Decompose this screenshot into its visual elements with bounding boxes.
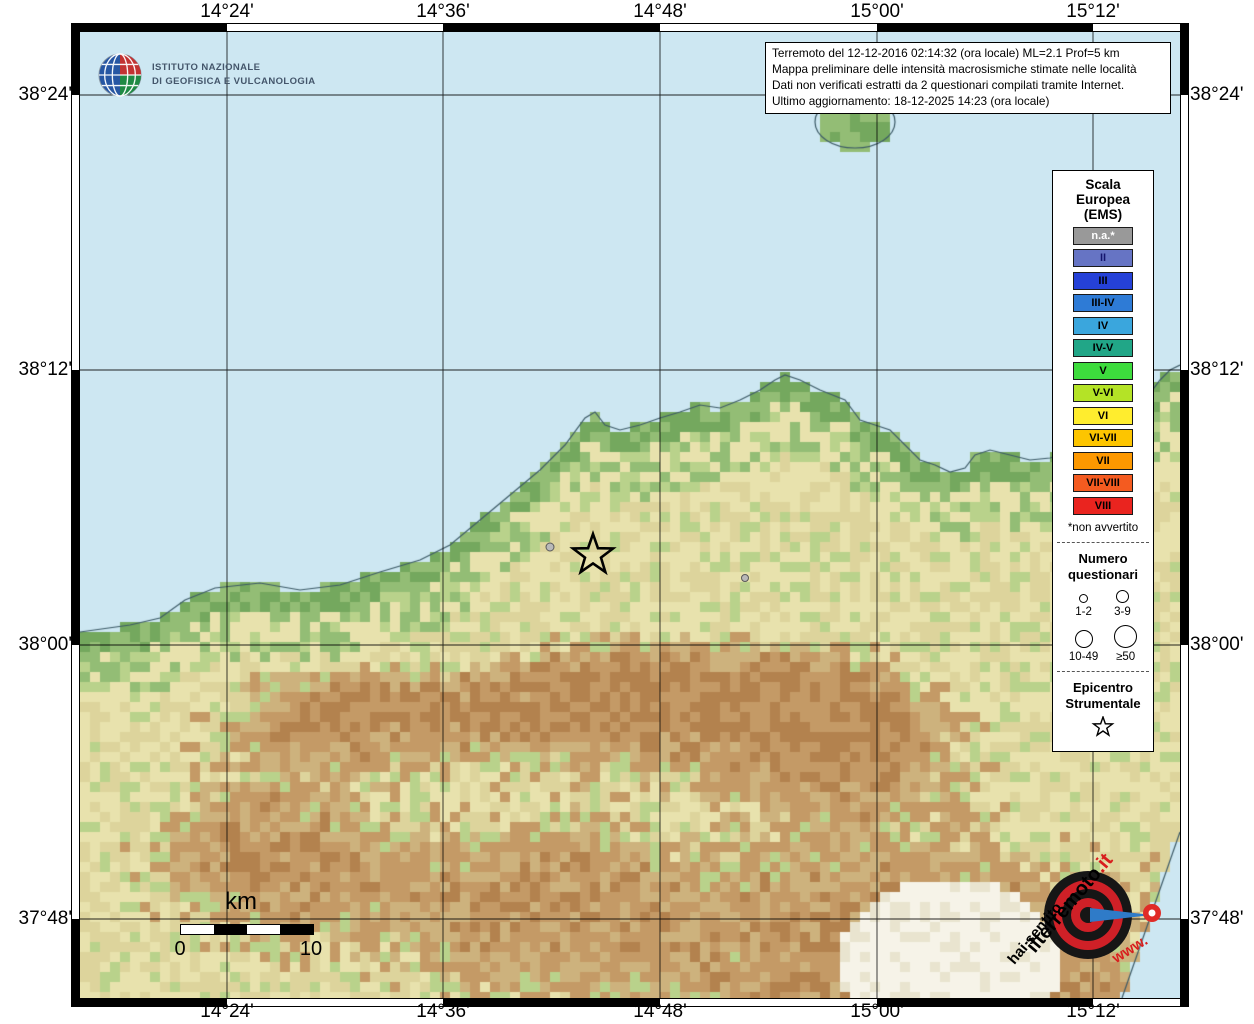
size-class-label: 3-9 [1114, 606, 1131, 618]
lat-label-left-0: 38°24' [2, 84, 72, 106]
size-class-1-2: 1-2 [1075, 594, 1092, 618]
ems-chip-vii: VII [1073, 452, 1133, 470]
questionnaires-title: Numero questionari [1053, 551, 1153, 583]
data-disclaimer: Dati non verificati estratti da 2 questi… [772, 78, 1164, 94]
ems-legend: Scala Europea (EMS) n.a.* II III III-IV … [1052, 170, 1154, 752]
ems-chip-ii: II [1073, 249, 1133, 267]
scalebar-unit-label: km [225, 888, 257, 916]
lon-label-bottom-4: 15°12' [1048, 1001, 1138, 1023]
ems-chip-viii: VIII [1073, 497, 1133, 515]
legend-title-line: (EMS) [1053, 207, 1153, 222]
lat-label-right-2: 38°00' [1190, 634, 1254, 656]
questionnaires-title-line: Numero [1053, 551, 1153, 567]
lat-label-right-1: 38°12' [1190, 359, 1254, 381]
scalebar [180, 924, 314, 935]
size-class-10-49: 10-49 [1069, 630, 1098, 663]
ingv-name-line2: DI GEOFISICA E VULCANOLOGIA [152, 75, 316, 89]
lon-label-bottom-2: 14°48' [615, 1001, 705, 1023]
ems-chip-v-vi: V-VI [1073, 384, 1133, 402]
size-class-row: 1-2 3-9 [1053, 590, 1153, 618]
ems-chip-iii-iv: III-IV [1073, 294, 1133, 312]
lat-label-right-3: 37°48' [1190, 908, 1254, 930]
lon-label-top-3: 15°00' [832, 1, 922, 23]
size-circle-medium-icon [1116, 590, 1129, 603]
epicenter-title-line: Strumentale [1053, 696, 1153, 712]
lon-label-bottom-3: 15°00' [832, 1001, 922, 1023]
ingv-name-line1: ISTITUTO NAZIONALE [152, 61, 316, 75]
legend-title-line: Scala [1053, 177, 1153, 192]
lon-label-top-0: 14°24' [182, 1, 272, 23]
size-circle-xlarge-icon [1114, 625, 1137, 648]
ems-chip-vi-vii: VI-VII [1073, 429, 1133, 447]
ems-chip-v: V [1073, 362, 1133, 380]
ems-chip-na: n.a.* [1073, 227, 1133, 245]
macroseismic-map-page: 14°24' 14°36' 14°48' 15°00' 15°12' 14°24… [0, 0, 1254, 1024]
size-class-label: ≥50 [1116, 651, 1135, 663]
map-description: Mappa preliminare delle intensità macros… [772, 62, 1164, 78]
size-class-label: 1-2 [1075, 606, 1092, 618]
questionnaires-title-line: questionari [1053, 567, 1153, 583]
epicenter-title: Epicentro Strumentale [1053, 680, 1153, 712]
lon-label-top-4: 15°12' [1048, 1, 1138, 23]
size-class-3-9: 3-9 [1114, 590, 1131, 618]
legend-footnote: *non avvertito [1053, 522, 1153, 534]
lat-label-right-0: 38°24' [1190, 84, 1254, 106]
ems-chip-iii: III [1073, 272, 1133, 290]
event-summary: Terremoto del 12-12-2016 02:14:32 (ora l… [772, 46, 1164, 62]
legend-title-line: Europea [1053, 192, 1153, 207]
lat-label-left-1: 38°12' [2, 359, 72, 381]
terrain-map-canvas [80, 32, 1180, 998]
lon-label-top-2: 14°48' [615, 1, 705, 23]
legend-divider [1057, 542, 1149, 543]
ems-chip-vii-viii: VII-VIII [1073, 474, 1133, 492]
size-circle-large-icon [1075, 630, 1093, 648]
scalebar-end-label: 10 [296, 938, 326, 961]
ems-chip-iv: IV [1073, 317, 1133, 335]
epicenter-star-icon [1053, 716, 1153, 743]
scalebar-start-label: 0 [170, 938, 190, 961]
ingv-logo: ISTITUTO NAZIONALE DI GEOFISICA E VULCAN… [97, 52, 316, 98]
lon-label-top-1: 14°36' [398, 1, 488, 23]
ems-chip-vi: VI [1073, 407, 1133, 425]
lat-label-left-2: 38°00' [2, 634, 72, 656]
legend-divider [1057, 671, 1149, 672]
size-class-label: 10-49 [1069, 651, 1098, 663]
last-update: Ultimo aggiornamento: 18-12-2025 14:23 (… [772, 94, 1164, 110]
lon-label-bottom-0: 14°24' [182, 1001, 272, 1023]
lon-label-bottom-1: 14°36' [398, 1001, 488, 1023]
epicenter-title-line: Epicentro [1053, 680, 1153, 696]
size-class-row: 10-49 ≥50 [1053, 625, 1153, 663]
lat-label-left-3: 37°48' [2, 908, 72, 930]
size-class-50plus: ≥50 [1114, 625, 1137, 663]
legend-title: Scala Europea (EMS) [1053, 177, 1153, 222]
event-info-box: Terremoto del 12-12-2016 02:14:32 (ora l… [765, 42, 1171, 114]
ingv-globe-icon [97, 52, 143, 98]
ems-chip-iv-v: IV-V [1073, 339, 1133, 357]
size-circle-small-icon [1079, 594, 1088, 603]
